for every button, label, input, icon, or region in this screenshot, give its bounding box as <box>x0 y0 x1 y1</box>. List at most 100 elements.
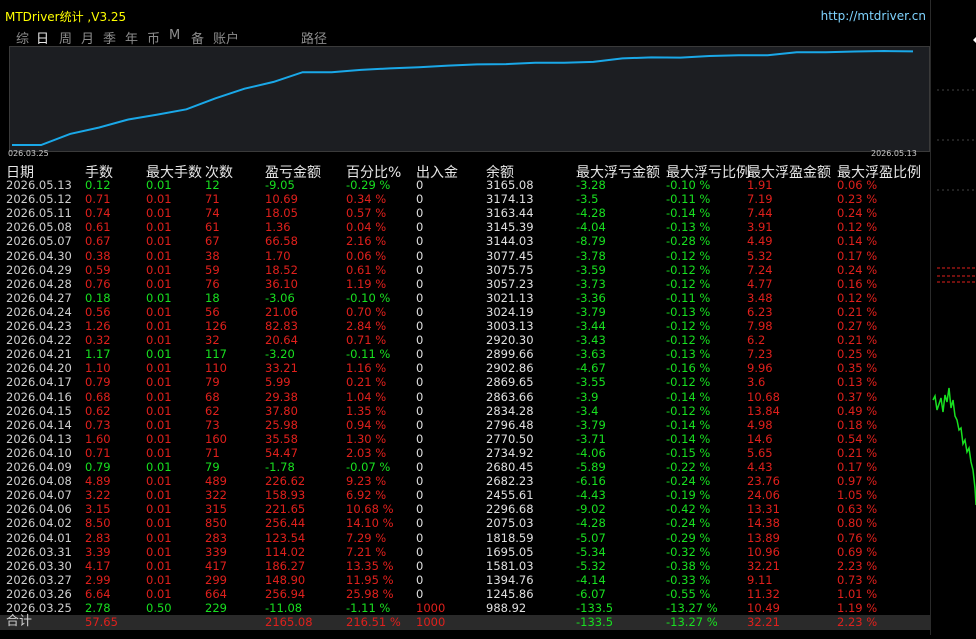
tab-8[interactable]: 备 <box>191 28 204 47</box>
table-cell: 0.21 % <box>837 304 878 319</box>
table-cell: 0 <box>416 586 424 601</box>
tab-9[interactable]: 账户 <box>213 28 239 47</box>
table-cell: 126 <box>205 319 227 333</box>
table-cell: -0.12 % <box>666 262 711 277</box>
table-cell: 0.71 % <box>346 333 387 348</box>
table-cell: 1818.59 <box>486 530 534 545</box>
table-cell: -0.11 % <box>346 347 391 362</box>
table-cell: 74 <box>205 206 220 221</box>
table-cell: 0.01 <box>146 206 172 221</box>
table-cell: 0.94 % <box>346 417 387 432</box>
table-cell: 32.21 <box>747 558 780 573</box>
table-cell: 82.83 <box>265 319 298 333</box>
table-cell: -0.14 % <box>666 417 711 432</box>
table-cell: 229 <box>205 601 227 615</box>
table-cell: 2026.04.13 <box>6 431 72 446</box>
table-cell: 7.24 <box>747 262 773 277</box>
table-cell: 158.93 <box>265 488 306 503</box>
table-cell: 221.65 <box>265 502 306 517</box>
table-cell: 0.61 % <box>346 262 387 277</box>
table-cell: 0.01 <box>146 347 172 362</box>
tab-0[interactable]: 综 <box>16 28 29 47</box>
tab-1[interactable]: 日 <box>36 28 49 47</box>
table-cell: 3075.75 <box>486 262 534 277</box>
table-cell: 6.23 <box>747 304 773 319</box>
table-cell: 7.21 % <box>346 544 387 559</box>
table-cell: 0 <box>416 445 424 460</box>
table-cell: 2075.03 <box>486 516 534 531</box>
table-cell: 0.01 <box>146 417 172 432</box>
table-cell: 2869.65 <box>486 375 534 390</box>
table-cell: 322 <box>205 488 227 503</box>
table-cell: 3057.23 <box>486 276 534 291</box>
table-cell: -3.9 <box>576 389 599 404</box>
table-row: 2026.04.30 0.38 0.01 38 1.70 0.06 % 0 3077.45 -3… <box>0 249 930 263</box>
table-cell: 0 <box>416 558 424 573</box>
tab-2[interactable]: 周 <box>59 28 72 47</box>
table-cell: 2.83 <box>85 530 111 545</box>
table-cell: 1.17 <box>85 347 111 362</box>
table-cell: 2026.04.16 <box>6 389 72 404</box>
table-cell: 0 <box>416 431 424 446</box>
table-cell: 0.01 <box>146 290 172 305</box>
tab-7[interactable]: M <box>169 28 180 43</box>
table-cell: 0.01 <box>146 262 172 277</box>
table-row: 2026.04.09 0.79 0.01 79 -1.78 -0.07 % 0 2680.45… <box>0 460 930 474</box>
table-cell: 0.12 <box>85 178 111 192</box>
table-cell: 2026.03.31 <box>6 544 72 559</box>
table-cell: -4.06 <box>576 445 606 460</box>
table-cell: 2796.48 <box>486 417 534 432</box>
table-row: 2026.03.27 2.99 0.01 299 148.90 11.95 % 0 1394.… <box>0 573 930 587</box>
table-cell: -4.14 <box>576 572 606 587</box>
table-row: 2026.05.08 0.61 0.01 61 1.36 0.04 % 0 3145.39 -4… <box>0 220 930 234</box>
table-cell: -0.15 % <box>666 445 711 460</box>
table-cell: 2026.04.20 <box>6 361 72 376</box>
table-cell: -0.28 % <box>666 234 711 249</box>
table-cell: -3.59 <box>576 262 606 277</box>
table-cell: 2834.28 <box>486 403 534 418</box>
table-cell: 0.17 % <box>837 248 878 263</box>
table-cell: 71 <box>205 445 220 460</box>
table-cell: 79 <box>205 460 220 474</box>
table-row: 2026.05.11 0.74 0.01 74 18.05 0.57 % 0 3163.44 -… <box>0 206 930 220</box>
table-cell: -0.12 % <box>666 319 711 333</box>
tab-5[interactable]: 年 <box>125 28 138 47</box>
table-cell: 4.49 <box>747 234 773 249</box>
table-cell: 0.01 <box>146 530 172 545</box>
table-row: 2026.05.07 0.67 0.01 67 66.58 2.16 % 0 3144.03 -… <box>0 234 930 248</box>
tab-10[interactable]: 路径 <box>301 28 327 47</box>
table-cell: 3145.39 <box>486 220 534 235</box>
tab-3[interactable]: 月 <box>81 28 94 47</box>
table-cell: 14.38 <box>747 516 780 531</box>
table-cell: -4.28 <box>576 516 606 531</box>
table-cell: -4.04 <box>576 220 606 235</box>
chart-x-end: 2026.05.13 <box>871 149 917 158</box>
table-cell: 6.2 <box>747 333 766 348</box>
table-row: 2026.04.29 0.59 0.01 59 18.52 0.61 % 0 3075.75 -… <box>0 263 930 277</box>
table-cell: 14.10 % <box>346 516 394 531</box>
tab-6[interactable]: 币 <box>147 28 160 47</box>
table-cell: 61 <box>205 220 220 235</box>
table-cell: -3.43 <box>576 333 606 348</box>
table-cell: 10.68 % <box>346 502 394 517</box>
table-cell: 25.98 <box>265 417 298 432</box>
table-cell: -3.44 <box>576 319 606 333</box>
table-row: 2026.04.01 2.83 0.01 283 123.54 7.29 % 0 1818.5… <box>0 531 930 545</box>
table-cell: 0.79 <box>85 375 111 390</box>
table-cell: -0.38 % <box>666 558 711 573</box>
table-cell: 0.17 % <box>837 460 878 474</box>
table-cell: 1695.05 <box>486 544 534 559</box>
table-cell: 0 <box>416 276 424 291</box>
tab-4[interactable]: 季 <box>103 28 116 47</box>
website-link[interactable]: http://mtdriver.cn <box>821 9 926 23</box>
table-cell: 59 <box>205 262 220 277</box>
table-cell: -0.10 % <box>346 290 391 305</box>
table-cell: -0.12 % <box>666 403 711 418</box>
table-row: 2026.04.16 0.68 0.01 68 29.38 1.04 % 0 2863.66 -… <box>0 390 930 404</box>
table-cell: 988.92 <box>486 601 527 615</box>
table-cell: 1.36 <box>265 220 291 235</box>
table-cell: 1.01 % <box>837 586 878 601</box>
table-cell: 0.76 <box>85 276 111 291</box>
table-cell: 0.24 % <box>837 262 878 277</box>
table-cell: 2026.03.27 <box>6 572 72 587</box>
